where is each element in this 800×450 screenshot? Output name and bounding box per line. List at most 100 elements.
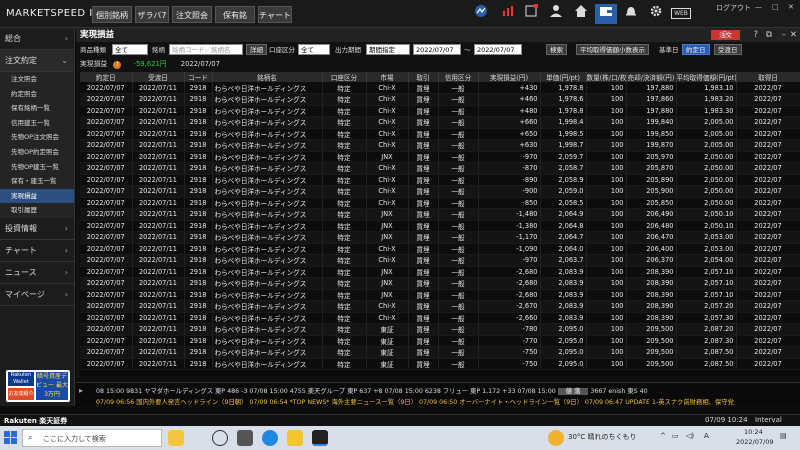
chart-analysis-icon[interactable] xyxy=(470,4,492,24)
date-to-input[interactable]: 2022/07/07 xyxy=(474,44,522,55)
table-row[interactable]: 2022/07/07 2022/07/11 2918 わらべや日洋ホールディングス 特定… xyxy=(80,185,800,198)
avg-price-decimal-button[interactable]: 平均取得価額小数表示 xyxy=(576,44,649,55)
sidebar-item-execution-inquiry[interactable]: 約定照会 xyxy=(0,86,74,102)
news-icon[interactable] xyxy=(520,3,542,24)
popout-icon[interactable]: ⧉ xyxy=(766,28,772,42)
sidebar-section-mypage[interactable]: マイページ › xyxy=(0,284,74,306)
column-header[interactable]: 銘柄名 xyxy=(212,72,323,82)
column-header[interactable]: 約定日 xyxy=(80,72,133,82)
table-row[interactable]: 2022/07/07 2022/07/11 2918 わらべや日洋ホールディングス 特定… xyxy=(80,323,800,336)
minimize-panel-icon[interactable]: – xyxy=(782,28,786,42)
info-icon[interactable]: ! xyxy=(113,61,122,69)
sidebar-section-overview[interactable]: 総合 › xyxy=(0,28,74,50)
symbol-input[interactable]: 銘柄コード／銘柄名 xyxy=(169,44,243,55)
promo-banner[interactable]: Rakuten Wallet 暗号資産デビュー 最大3万円 お友達紹介 xyxy=(6,370,70,402)
table-row[interactable]: 2022/07/07 2022/07/11 2918 わらべや日洋ホールディングス 特定… xyxy=(80,128,800,140)
table-row[interactable]: 2022/07/07 2022/07/11 2918 わらべや日洋ホールディングス 特定… xyxy=(80,346,800,359)
table-row[interactable]: 2022/07/07 2022/07/11 2918 わらべや日洋ホールディングス 特定… xyxy=(80,208,800,221)
column-header[interactable]: 取引 xyxy=(408,72,439,82)
ime-icon[interactable]: A xyxy=(704,432,709,440)
base-date-settle-button[interactable]: 受渡日 xyxy=(714,44,742,55)
widgets-icon[interactable] xyxy=(168,430,184,446)
table-row[interactable]: 2022/07/07 2022/07/11 2918 わらべや日洋ホールディングス 特定… xyxy=(80,289,800,301)
table-row[interactable]: 2022/07/07 2022/07/11 2918 わらべや日洋ホールディングス 特定… xyxy=(80,197,800,209)
column-header[interactable]: 数量(株/口/枚) xyxy=(586,72,627,82)
gear-icon[interactable] xyxy=(645,4,667,24)
help-icon[interactable]: ? xyxy=(753,28,758,42)
bell-icon[interactable] xyxy=(620,4,642,24)
sidebar-section-chart[interactable]: チャート › xyxy=(0,240,74,262)
sidebar-section-investment-info[interactable]: 投資情報 › xyxy=(0,218,74,240)
sidebar-item-futures-orders[interactable]: 先物OP注文照会 xyxy=(0,130,74,145)
sidebar-item-margin-positions[interactable]: 信用建玉一覧 xyxy=(0,115,74,131)
period-select[interactable]: 期間指定 xyxy=(366,44,410,55)
sidebar-section-orders[interactable]: 注文約定 ⌄ xyxy=(0,50,74,72)
table-row[interactable]: 2022/07/07 2022/07/11 2918 わらべや日洋ホールディングス 特定… xyxy=(80,231,800,244)
table-row[interactable]: 2022/07/07 2022/07/11 2918 わらべや日洋ホールディングス 特定… xyxy=(80,335,800,347)
column-header[interactable]: 平均取得価額(円/pt) xyxy=(676,72,737,82)
table-row[interactable]: 2022/07/07 2022/07/11 2918 わらべや日洋ホールディングス 特定… xyxy=(80,174,800,186)
column-header[interactable]: 実現損益(円) xyxy=(478,72,541,82)
link-icon[interactable]: ⚲ xyxy=(722,28,728,42)
speaker-icon[interactable]: ◁) xyxy=(686,432,694,440)
network-icon[interactable]: ▭ xyxy=(672,432,679,440)
table-row[interactable]: 2022/07/07 2022/07/11 2918 わらべや日洋ホールディングス 特定… xyxy=(80,139,800,152)
table-row[interactable]: 2022/07/07 2022/07/11 2918 わらべや日洋ホールディングス 特定… xyxy=(80,266,800,278)
windows-start-icon[interactable] xyxy=(4,431,17,444)
table-row[interactable]: 2022/07/07 2022/07/11 2918 わらべや日洋ホールディングス 特定… xyxy=(80,105,800,117)
table-row[interactable]: 2022/07/07 2022/07/11 2918 わらべや日洋ホールディングス 特定… xyxy=(80,220,800,232)
column-header[interactable]: コード xyxy=(184,72,213,82)
edge-icon[interactable] xyxy=(262,430,278,446)
table-row[interactable]: 2022/07/07 2022/07/11 2918 わらべや日洋ホールディングス 特定… xyxy=(80,243,800,255)
close-button[interactable]: ✕ xyxy=(788,3,794,13)
marketspeed-taskbar-icon[interactable] xyxy=(312,430,328,446)
sidebar-item-trade-history[interactable]: 取引履歴 xyxy=(0,203,74,218)
home-icon[interactable] xyxy=(570,4,592,24)
tray-chevron-icon[interactable]: ^ xyxy=(660,432,666,440)
ticker-handle-icon[interactable]: ▸ xyxy=(79,386,83,395)
sidebar-item-holdings-list[interactable]: 保有銘柄一覧 xyxy=(0,101,74,116)
table-row[interactable]: 2022/07/07 2022/07/11 2918 わらべや日洋ホールディングス 特定… xyxy=(80,116,800,129)
notifications-icon[interactable]: ▤ xyxy=(780,432,787,440)
weather-text[interactable]: 30°C 晴れのちくもり xyxy=(568,432,637,442)
column-header[interactable]: 口座区分 xyxy=(322,72,367,82)
sidebar-item-futures-positions[interactable]: 先物OP建玉一覧 xyxy=(0,159,74,175)
column-header[interactable]: 売却/決済額(円) xyxy=(626,72,677,82)
table-row[interactable]: 2022/07/07 2022/07/11 2918 わらべや日洋ホールディングス 特定… xyxy=(80,300,800,313)
column-header[interactable]: 市場 xyxy=(366,72,409,82)
cortana-icon[interactable] xyxy=(212,430,228,446)
sidebar-section-news[interactable]: ニュース › xyxy=(0,262,74,284)
task-view-icon[interactable] xyxy=(237,430,253,446)
product-type-select[interactable]: 全て xyxy=(112,44,148,55)
file-explorer-icon[interactable] xyxy=(287,430,303,446)
search-button[interactable]: 検索 xyxy=(546,44,567,55)
tab-holdings[interactable]: 保有銘柄... xyxy=(215,6,255,37)
date-from-input[interactable]: 2022/07/07 xyxy=(413,44,461,55)
tab-zaraba[interactable]: ザラバ7 xyxy=(135,6,169,23)
base-date-exec-button[interactable]: 約定日 xyxy=(682,44,710,55)
column-header[interactable]: 信用区分 xyxy=(438,72,479,82)
table-row[interactable]: 2022/07/07 2022/07/11 2918 わらべや日洋ホールディングス 特定… xyxy=(80,162,800,175)
detail-button[interactable]: 詳細 xyxy=(246,44,267,55)
table-row[interactable]: 2022/07/07 2022/07/11 2918 わらべや日洋ホールディングス 特定… xyxy=(80,312,800,324)
sidebar-item-futures-executions[interactable]: 先物OP約定照会 xyxy=(0,144,74,160)
table-row[interactable]: 2022/07/07 2022/07/11 2918 わらべや日洋ホールディングス 特定… xyxy=(80,93,800,106)
account-select[interactable]: 全て xyxy=(298,44,330,55)
tab-chart[interactable]: チャート xyxy=(258,6,292,23)
person-icon[interactable] xyxy=(545,4,567,24)
maximize-button[interactable]: □ xyxy=(772,3,779,13)
tab-order-inquiry[interactable]: 注文照会 xyxy=(172,6,212,23)
tab-individual-stock[interactable]: 個別銘柄 xyxy=(92,6,132,23)
sidebar-item-holdings-positions[interactable]: 保有・建玉一覧 xyxy=(0,174,74,189)
logout-button[interactable]: ログアウト xyxy=(716,3,751,13)
column-header[interactable]: 取得日 xyxy=(736,72,800,82)
sidebar-item-realized-pnl[interactable]: 実現損益 xyxy=(0,188,74,204)
table-row[interactable]: 2022/07/07 2022/07/11 2918 わらべや日洋ホールディングス 特定… xyxy=(80,358,800,370)
wallet-icon[interactable] xyxy=(595,4,617,24)
signal-icon[interactable] xyxy=(497,4,519,24)
table-row[interactable]: 2022/07/07 2022/07/11 2918 わらべや日洋ホールディングス 特定… xyxy=(80,82,800,94)
table-row[interactable]: 2022/07/07 2022/07/11 2918 わらべや日洋ホールディングス 特定… xyxy=(80,277,800,290)
table-row[interactable]: 2022/07/07 2022/07/11 2918 わらべや日洋ホールディングス 特定… xyxy=(80,254,800,267)
minimize-button[interactable]: — xyxy=(755,3,762,13)
column-header[interactable]: 受渡日 xyxy=(132,72,185,82)
